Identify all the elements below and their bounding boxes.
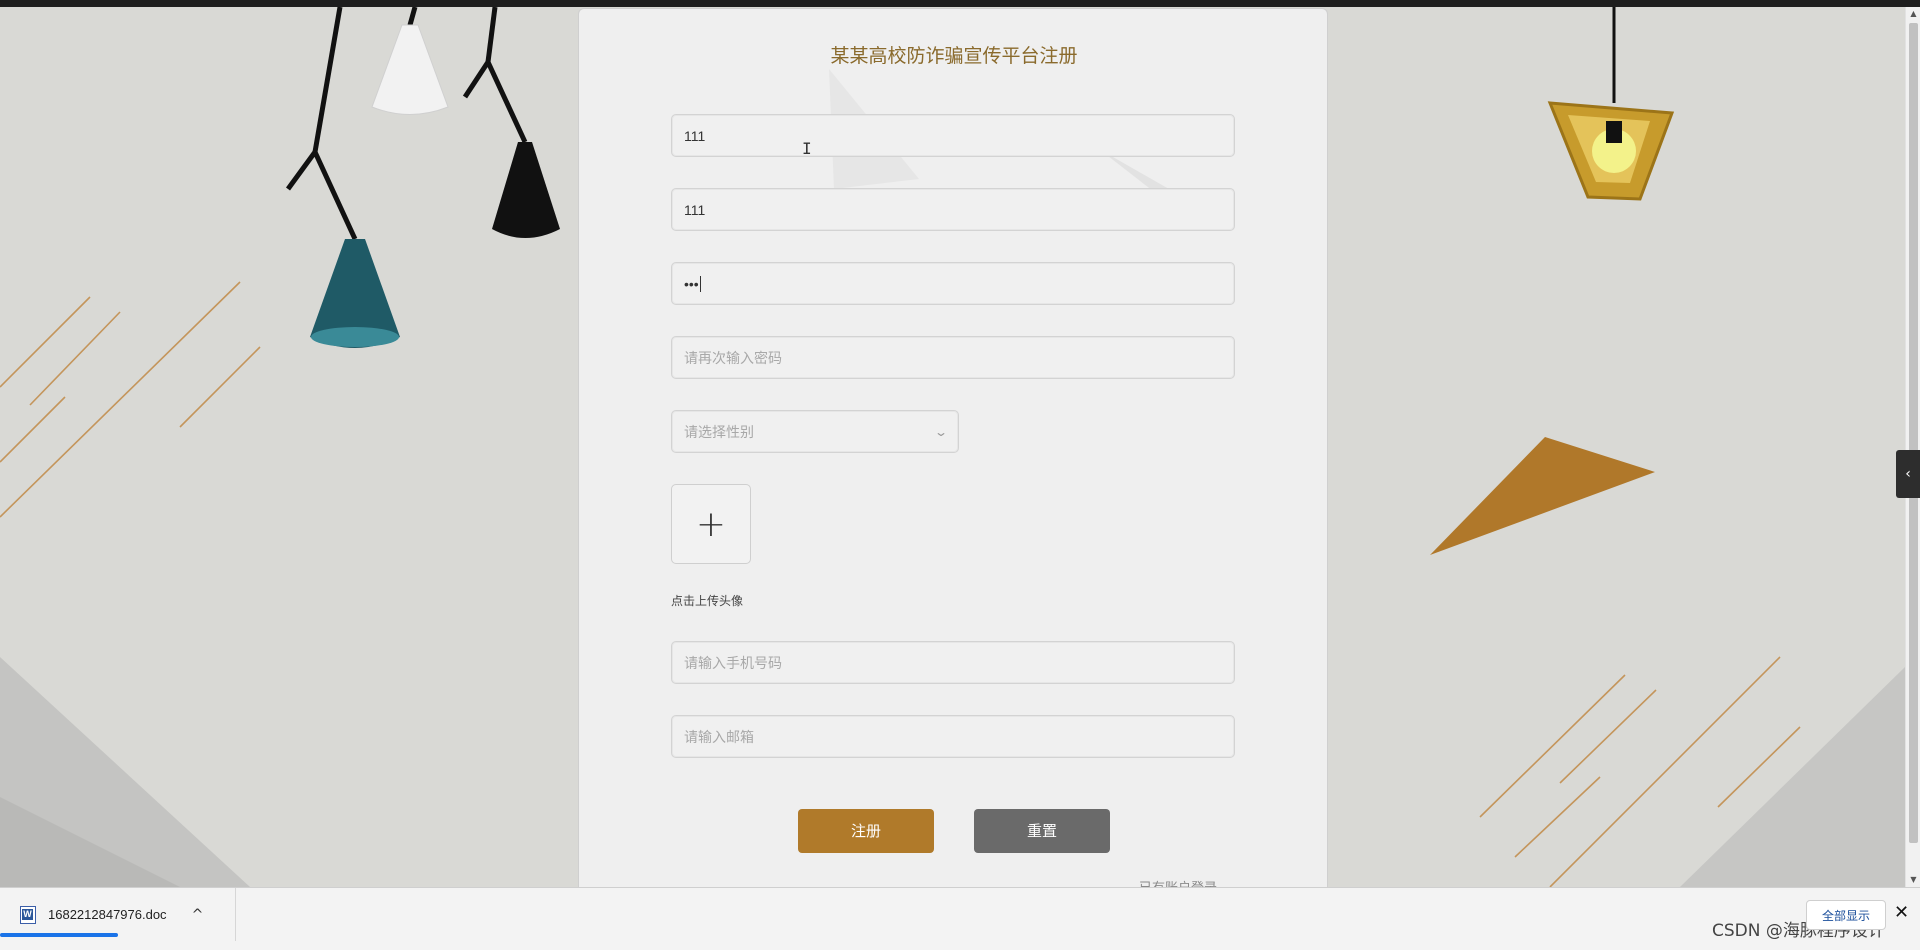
scroll-down-icon[interactable]: ▼	[1906, 873, 1920, 887]
gender-placeholder: 请选择性别	[684, 423, 754, 440]
download-item[interactable]: 1682212847976.doc ^	[0, 888, 236, 941]
top-strip	[0, 0, 1920, 7]
reset-button[interactable]: 重置	[974, 809, 1110, 853]
plus-icon: +	[695, 503, 727, 545]
phone-input[interactable]: 请输入手机号码	[671, 641, 1235, 684]
chevron-down-icon: ⌄	[933, 424, 949, 439]
nickname-value: 111	[684, 201, 706, 218]
username-input[interactable]: 111	[671, 114, 1235, 157]
download-file-name: 1682212847976.doc	[48, 907, 167, 922]
text-cursor-icon: I	[802, 139, 812, 158]
email-input[interactable]: 请输入邮箱	[671, 715, 1235, 758]
scrollbar-thumb[interactable]	[1909, 23, 1918, 843]
close-icon[interactable]: ✕	[1894, 902, 1909, 923]
show-all-button[interactable]: 全部显示	[1806, 900, 1886, 930]
register-button[interactable]: 注册	[798, 809, 934, 853]
password-value: •••	[684, 275, 699, 292]
download-bar: 1682212847976.doc ^ CSDN @海豚程序设计 全部显示 ✕	[0, 887, 1920, 950]
scroll-up-icon[interactable]: ▲	[1906, 7, 1920, 21]
avatar-upload-button[interactable]: +	[671, 484, 751, 564]
download-progress	[0, 933, 118, 937]
confirm-password-placeholder: 请再次输入密码	[684, 349, 782, 366]
confirm-password-input[interactable]: 请再次输入密码	[671, 336, 1235, 379]
email-placeholder: 请输入邮箱	[684, 728, 754, 745]
word-document-icon	[20, 905, 36, 924]
nickname-input[interactable]: 111	[671, 188, 1235, 231]
username-value: 111	[684, 127, 706, 144]
avatar-upload-label: 点击上传头像	[671, 594, 744, 608]
password-input[interactable]: •••	[671, 262, 1235, 305]
register-card: 某某高校防诈骗宣传平台注册 111 I 111 ••• 请再次输入密码 请选择性…	[578, 8, 1328, 888]
chevron-left-icon: ‹	[1905, 466, 1911, 482]
chevron-up-icon[interactable]: ^	[192, 907, 204, 923]
page-title: 某某高校防诈骗宣传平台注册	[830, 45, 1078, 67]
gender-select[interactable]: 请选择性别 ⌄	[671, 410, 959, 453]
side-panel-toggle[interactable]: ‹	[1896, 450, 1920, 498]
page-scrollbar[interactable]: ▲ ▼	[1905, 7, 1920, 887]
input-caret	[699, 275, 701, 292]
phone-placeholder: 请输入手机号码	[684, 654, 782, 671]
